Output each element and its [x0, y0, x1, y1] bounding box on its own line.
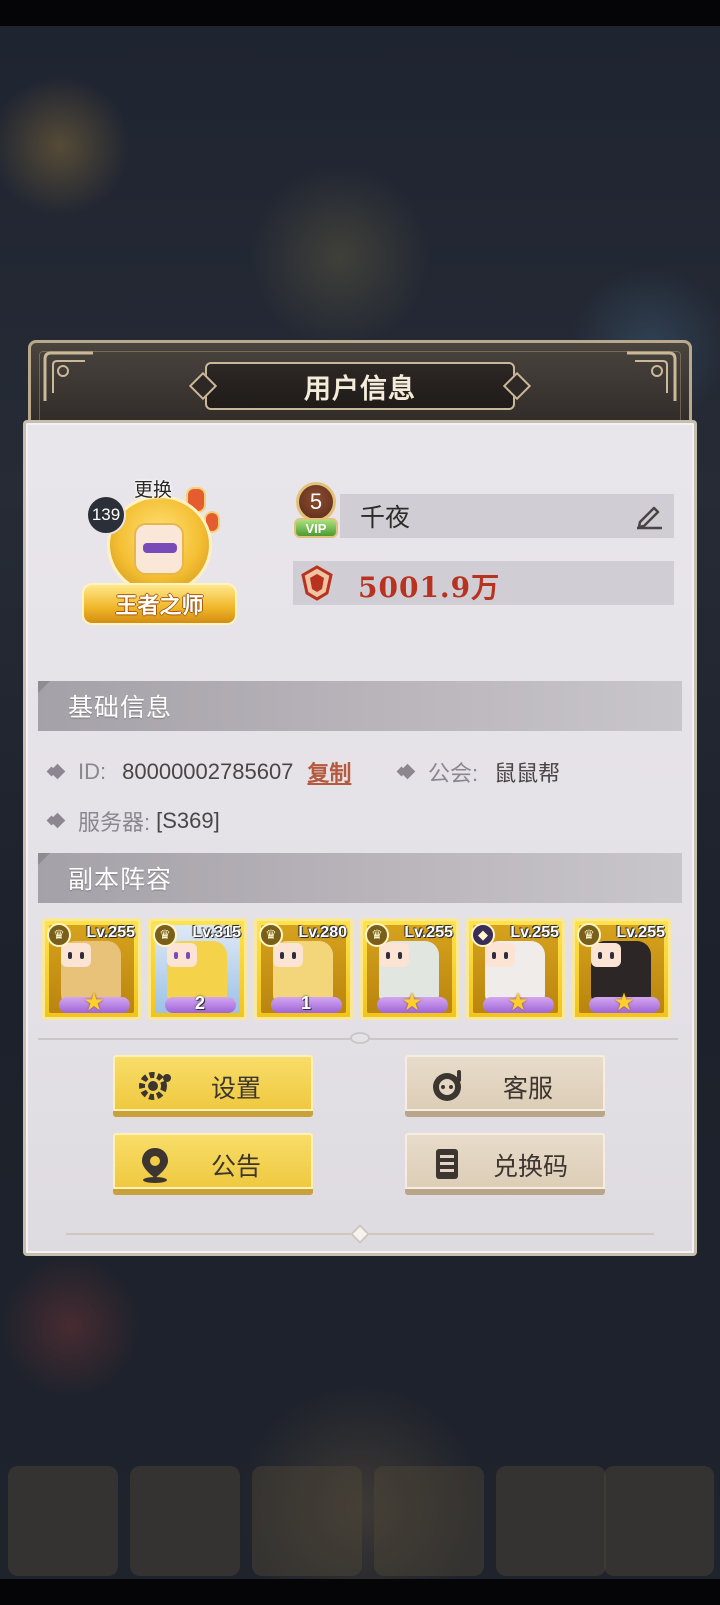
- gear-icon: [139, 1072, 171, 1100]
- corner-ornament-icon: [627, 351, 677, 401]
- hero-card[interactable]: ◆ Lv.255 ★: [466, 918, 565, 1020]
- background-bottom-nav: [0, 1466, 720, 1586]
- hero-portrait: [591, 943, 621, 967]
- hero-card[interactable]: ♛ Lv.315 2: [148, 918, 247, 1020]
- headset-icon: [433, 1070, 461, 1101]
- dark-faction-icon: ◆: [471, 923, 495, 947]
- hero-portrait: [167, 943, 197, 967]
- edit-pencil-icon[interactable]: [634, 502, 664, 530]
- guild-row: 公会: 鼠鼠帮: [398, 756, 560, 788]
- avatar: [134, 523, 184, 575]
- dialog-title-plate: 用户信息: [188, 362, 532, 410]
- basic-info-title: 基础信息: [68, 694, 173, 722]
- id-label: ID:: [78, 759, 107, 784]
- combat-power-value: 5001.9万: [358, 571, 501, 604]
- player-name-bar: 千夜: [340, 494, 674, 538]
- crown-faction-icon: ♛: [577, 923, 601, 947]
- hero-level: Lv.280: [298, 924, 347, 941]
- hero-level: Lv.255: [404, 924, 453, 941]
- star-icon: ★: [613, 989, 635, 1016]
- map-pin-icon: [142, 1148, 168, 1183]
- settings-button[interactable]: 设置: [113, 1055, 313, 1117]
- player-name: 千夜: [360, 504, 411, 532]
- hero-level: Lv.255: [616, 924, 665, 941]
- crown-faction-icon: ♛: [153, 923, 177, 947]
- settings-label: 设置: [211, 1075, 262, 1103]
- background-nav-tile: [496, 1466, 606, 1576]
- customer-service-button[interactable]: 客服: [405, 1055, 605, 1117]
- guild-label: 公会:: [428, 761, 479, 786]
- diamond-bullet-icon: [48, 811, 68, 831]
- server-row: 服务器: [S369]: [48, 805, 220, 837]
- star-icon: ★: [401, 989, 423, 1016]
- background-nav-tile: [374, 1466, 484, 1576]
- hero-level: Lv.315: [192, 924, 241, 941]
- hero-star-count: 2: [194, 993, 205, 1013]
- hero-lineup: ♛ Lv.255 ★ ♛ Lv.315 2 ♛ Lv.280 1 ♛ Lv.25…: [42, 918, 676, 1020]
- background-nav-tile: [604, 1466, 714, 1576]
- hero-card[interactable]: ♛ Lv.280 1: [254, 918, 353, 1020]
- player-id-row: ID: 80000002785607 复制: [48, 756, 351, 788]
- player-level-badge: 139: [86, 495, 126, 535]
- star-icon: ★: [83, 989, 105, 1016]
- crown-faction-icon: ♛: [365, 923, 389, 947]
- vip-level: 5: [296, 482, 336, 522]
- background-nav-tile: [130, 1466, 240, 1576]
- diamond-bullet-icon: [398, 762, 418, 782]
- notice-label: 公告: [211, 1153, 262, 1181]
- power-crest-icon: [301, 565, 333, 601]
- background-nav-tile: [8, 1466, 118, 1576]
- lineup-header: 副本阵容: [38, 853, 682, 903]
- hero-portrait: [485, 943, 515, 967]
- star-icon: ★: [507, 989, 529, 1016]
- bottom-ornament: [66, 1219, 654, 1244]
- divider-ornament: [350, 1032, 370, 1044]
- status-bar: [0, 0, 720, 26]
- redeem-code-label: 兑换码: [493, 1153, 569, 1181]
- basic-info-header: 基础信息: [38, 681, 682, 731]
- crown-faction-icon: ♛: [47, 923, 71, 947]
- corner-ornament-icon: [43, 351, 93, 401]
- notice-button[interactable]: 公告: [113, 1133, 313, 1195]
- hero-card[interactable]: ♛ Lv.255 ★: [360, 918, 459, 1020]
- hero-portrait: [61, 943, 91, 967]
- avatar-title-badge: 王者之师: [82, 583, 237, 625]
- crown-faction-icon: ♛: [259, 923, 283, 947]
- id-value: 80000002785607: [122, 759, 294, 784]
- hero-card[interactable]: ♛ Lv.255 ★: [572, 918, 671, 1020]
- navigation-bar: [0, 1579, 720, 1605]
- vip-badge: 5 VIP: [286, 480, 348, 546]
- hero-card[interactable]: ♛ Lv.255 ★: [42, 918, 141, 1020]
- hero-portrait: [273, 943, 303, 967]
- customer-service-label: 客服: [503, 1075, 554, 1103]
- server-label: 服务器:: [78, 810, 151, 835]
- guild-value: 鼠鼠帮: [494, 761, 561, 786]
- hero-star-count: 1: [300, 993, 311, 1013]
- avatar-button[interactable]: 139 更换 王者之师: [82, 475, 237, 625]
- combat-power-bar: 5001.9万: [293, 561, 674, 605]
- hero-portrait: [379, 943, 409, 967]
- redeem-code-button[interactable]: 兑换码: [405, 1133, 605, 1195]
- hero-level: Lv.255: [86, 924, 135, 941]
- ticket-book-icon: [436, 1149, 458, 1179]
- vip-tag: VIP: [294, 518, 338, 538]
- change-avatar-label[interactable]: 更换: [134, 475, 172, 502]
- lineup-title: 副本阵容: [68, 866, 173, 894]
- server-value: [S369]: [156, 808, 220, 833]
- dialog-title: 用户信息: [304, 373, 416, 404]
- background-nav-tile: [252, 1466, 362, 1576]
- copy-id-button[interactable]: 复制: [307, 756, 351, 788]
- hero-level: Lv.255: [510, 924, 559, 941]
- diamond-bullet-icon: [48, 762, 68, 782]
